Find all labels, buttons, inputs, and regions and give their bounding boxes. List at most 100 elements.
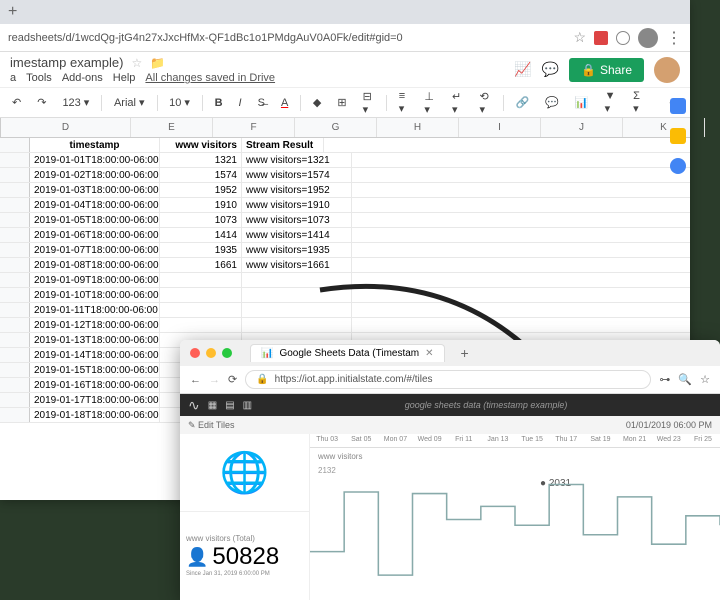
menu-dots-icon[interactable]: ⋮ (666, 28, 682, 48)
table-row[interactable]: 2019-01-08T18:00:00-06:001661www visitor… (0, 258, 690, 273)
dashboard-title: google sheets data (timestamp example) (260, 400, 712, 410)
dashboard-window: 📊 Google Sheets Data (Timestam ✕ + ← → ⟳… (180, 340, 720, 600)
menu-a[interactable]: a (10, 72, 16, 84)
halign-icon[interactable]: ≡ ▾ (395, 88, 413, 117)
logo-icon[interactable]: ∿ (188, 397, 200, 414)
tasks-icon[interactable] (670, 158, 686, 174)
chart-tile[interactable]: Thu 03Sat 05Mon 07Wed 09Fri 11Jan 13Tue … (310, 434, 720, 600)
edit-tiles-button[interactable]: ✎ Edit Tiles (188, 420, 235, 431)
chart-svg (310, 448, 720, 600)
table-row[interactable]: 2019-01-02T18:00:00-06:001574www visitor… (0, 168, 690, 183)
col-d[interactable]: D (1, 118, 131, 137)
col-i[interactable]: I (459, 118, 541, 137)
col-f[interactable]: F (213, 118, 295, 137)
textcolor-icon[interactable]: A (277, 95, 292, 111)
back-icon[interactable]: ← (190, 374, 201, 386)
activity-icon[interactable]: 📈 (514, 61, 531, 78)
list-icon[interactable]: ▤ (225, 400, 234, 411)
menu-bar: a Tools Add-ons Help All changes saved i… (10, 72, 502, 84)
side-panel (666, 88, 690, 174)
zoom-select[interactable]: 123 ▾ (58, 94, 93, 111)
table-row[interactable]: 2019-01-11T18:00:00-06:00 (0, 303, 690, 318)
dashboard-date: 01/01/2019 06:00 PM (626, 420, 712, 430)
column-headers: D E F G H I J K (0, 118, 690, 138)
browser-tab[interactable]: 📊 Google Sheets Data (Timestam ✕ (250, 344, 445, 362)
table-row[interactable]: 2019-01-01T18:00:00-06:001321www visitor… (0, 153, 690, 168)
url-text[interactable]: readsheets/d/1wcdQg-jtG4n27xJxcHfMx-QF1d… (8, 32, 565, 44)
menu-addons[interactable]: Add-ons (62, 72, 103, 84)
borders-icon[interactable]: ⊞ (333, 94, 350, 111)
table-row[interactable]: 2019-01-12T18:00:00-06:00 (0, 318, 690, 333)
link-icon[interactable]: 🔗 (512, 94, 534, 111)
wrap-icon[interactable]: ↵ ▾ (448, 88, 467, 118)
chart-icon[interactable]: 📊 (571, 94, 593, 111)
new-tab-button-2[interactable]: + (461, 345, 469, 361)
search-icon[interactable]: 🔍 (678, 373, 692, 386)
url-bar-2: ← → ⟳ 🔒 https://iot.app.initialstate.com… (180, 366, 720, 394)
tab-close-icon[interactable]: ✕ (425, 348, 433, 359)
calendar-icon[interactable] (670, 98, 686, 114)
grid-icon[interactable]: ▦ (208, 400, 217, 411)
valign-icon[interactable]: ⊥ ▾ (420, 88, 440, 118)
table-row[interactable]: 2019-01-06T18:00:00-06:001414www visitor… (0, 228, 690, 243)
key-icon[interactable]: ⊶ (659, 373, 670, 386)
rotate-icon[interactable]: ⟲ ▾ (475, 88, 494, 118)
table-row[interactable]: 2019-01-10T18:00:00-06:00 (0, 288, 690, 303)
bold-icon[interactable]: B (211, 95, 227, 111)
tab-title: Google Sheets Data (Timestam (279, 348, 419, 359)
url-bar: readsheets/d/1wcdQg-jtG4n27xJxcHfMx-QF1d… (0, 24, 690, 52)
star-icon[interactable]: ☆ (573, 29, 586, 46)
url-field[interactable]: 🔒 https://iot.app.initialstate.com/#/til… (245, 370, 651, 389)
italic-icon[interactable]: I (235, 95, 246, 111)
keep-icon[interactable] (670, 128, 686, 144)
star-doc-icon[interactable]: ☆ (131, 56, 142, 70)
min-dot[interactable] (206, 348, 216, 358)
merge-icon[interactable]: ⊟ ▾ (359, 88, 378, 118)
user-avatar[interactable] (654, 57, 680, 83)
table-row[interactable]: 2019-01-03T18:00:00-06:001952www visitor… (0, 183, 690, 198)
comment-icon[interactable]: 💬 (542, 61, 559, 78)
star-icon-2[interactable]: ☆ (700, 373, 710, 386)
chart-view-icon[interactable]: ▥ (243, 400, 252, 411)
gmail-icon[interactable] (594, 31, 608, 45)
forward-icon[interactable]: → (209, 374, 220, 386)
col-k[interactable]: K (623, 118, 705, 137)
table-row[interactable]: 2019-01-07T18:00:00-06:001935www visitor… (0, 243, 690, 258)
sheets-titlebar: imestamp example) ☆ 📁 a Tools Add-ons He… (0, 52, 690, 88)
strike-icon[interactable]: S̶ (254, 95, 269, 111)
table-row[interactable]: 2019-01-09T18:00:00-06:00 (0, 273, 690, 288)
globe-icon: 🌐 (220, 449, 270, 496)
col-h[interactable]: H (377, 118, 459, 137)
globe-tile[interactable]: 🌐 (180, 434, 309, 512)
dashboard-body: 🌐 www visitors (Total) 👤 50828 Since Jan… (180, 434, 720, 600)
menu-tools[interactable]: Tools (26, 72, 52, 84)
redo-icon[interactable]: ↷ (33, 94, 50, 111)
new-tab-button[interactable]: + (8, 3, 17, 21)
close-dot[interactable] (190, 348, 200, 358)
save-status[interactable]: All changes saved in Drive (145, 72, 275, 84)
reload-icon[interactable]: ⟳ (228, 373, 237, 386)
folder-icon[interactable]: 📁 (150, 56, 165, 70)
share-button[interactable]: 🔒Share (569, 58, 644, 82)
col-e[interactable]: E (131, 118, 213, 137)
table-row[interactable]: 2019-01-04T18:00:00-06:001910www visitor… (0, 198, 690, 213)
comment-add-icon[interactable]: 💬 (541, 94, 563, 111)
font-select[interactable]: Arial ▾ (110, 94, 149, 111)
toolbar: ↶ ↷ 123 ▾ Arial ▾ 10 ▾ B I S̶ A ◆ ⊞ ⊟ ▾ … (0, 88, 690, 118)
menu-help[interactable]: Help (113, 72, 136, 84)
total-tile[interactable]: www visitors (Total) 👤 50828 Since Jan 3… (180, 512, 309, 600)
functions-icon[interactable]: Σ ▾ (629, 88, 647, 117)
total-value: 50828 (212, 543, 279, 571)
avatar-icon[interactable] (638, 28, 658, 48)
max-dot[interactable] (222, 348, 232, 358)
col-g[interactable]: G (295, 118, 377, 137)
col-j[interactable]: J (541, 118, 623, 137)
filter-icon[interactable]: ▼ ▾ (601, 88, 622, 117)
fill-icon[interactable]: ◆ (309, 94, 325, 111)
person-icon: 👤 (186, 547, 208, 568)
doc-title[interactable]: imestamp example) (10, 55, 123, 70)
table-row[interactable]: 2019-01-05T18:00:00-06:001073www visitor… (0, 213, 690, 228)
size-select[interactable]: 10 ▾ (165, 94, 194, 111)
profile-switch-icon[interactable] (616, 31, 630, 45)
undo-icon[interactable]: ↶ (8, 94, 25, 111)
